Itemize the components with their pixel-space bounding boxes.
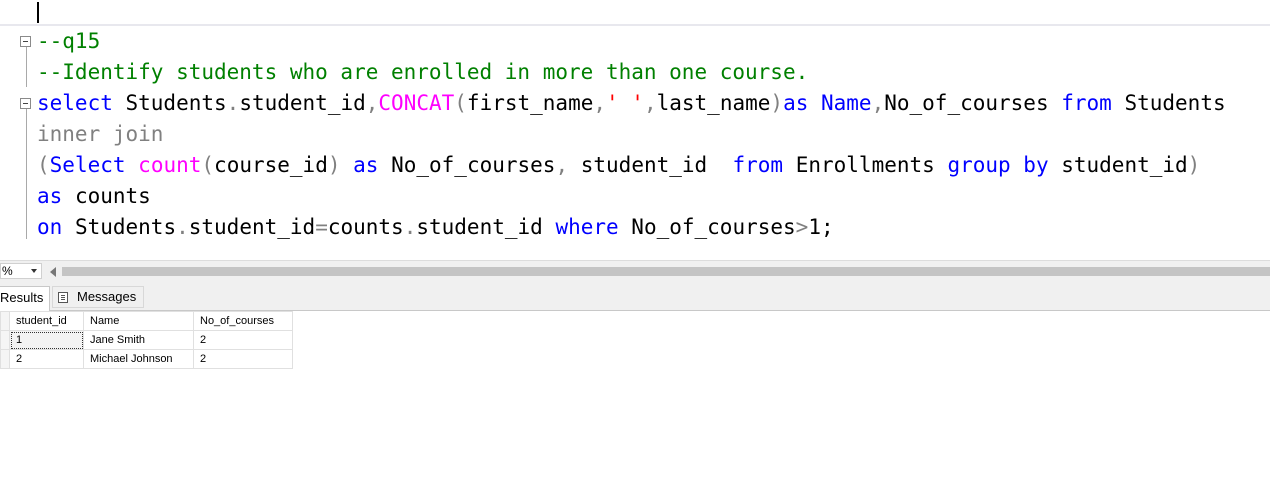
tab-messages[interactable]: Messages (52, 286, 144, 308)
grid-cell[interactable]: 1 (9, 330, 84, 350)
code-token: CONCAT (378, 91, 455, 115)
table-row[interactable]: 2 Michael Johnson 2 (0, 349, 293, 369)
code-token: from (732, 153, 784, 177)
code-token: select (37, 91, 113, 115)
code-token: Enrollments (783, 153, 948, 177)
code-line[interactable]: --Identify students who are enrolled in … (37, 57, 808, 88)
results-tabstrip: Results Messages (0, 281, 1270, 311)
chevron-down-icon (31, 269, 37, 273)
zoom-dropdown[interactable]: % (0, 263, 42, 279)
code-token: > (795, 215, 809, 239)
grid-cell[interactable]: Michael Johnson (83, 349, 194, 369)
code-token: Students (1111, 91, 1226, 115)
code-token: Select (49, 153, 126, 177)
code-token: student_id (416, 215, 556, 239)
row-header[interactable] (0, 349, 10, 369)
fold-rail (26, 47, 27, 87)
code-token: ' ' (606, 91, 644, 115)
code-line[interactable]: as counts (37, 181, 151, 212)
code-token: . (226, 91, 240, 115)
code-token: student_id (239, 91, 366, 115)
grid-cell[interactable]: 2 (9, 349, 84, 369)
row-header-corner[interactable] (0, 311, 10, 331)
code-token: ( (37, 153, 50, 177)
code-line[interactable]: select Students.student_id,CONCAT(first_… (37, 88, 1226, 119)
collapse-region-icon[interactable] (20, 36, 31, 47)
fold-rail (26, 109, 27, 239)
code-token: student_id (568, 153, 733, 177)
code-token: , (871, 91, 885, 115)
code-line[interactable]: inner join (37, 119, 163, 150)
code-token: ) (770, 91, 784, 115)
code-token: inner join (37, 122, 164, 146)
code-token: last_name (656, 91, 771, 115)
code-token: student_id (188, 215, 316, 239)
code-token: No_of_courses (618, 215, 796, 239)
code-token: as (37, 184, 63, 208)
table-row[interactable]: 1 Jane Smith 2 (0, 330, 293, 350)
code-token: counts (327, 215, 404, 239)
code-token: No_of_courses (378, 153, 556, 177)
code-token: counts (62, 184, 151, 208)
code-token: ( (454, 91, 467, 115)
code-token: count (138, 153, 202, 177)
tab-messages-label: Messages (77, 289, 137, 304)
code-line[interactable]: (Select count(course_id) as No_of_course… (37, 150, 1200, 181)
query-editor[interactable]: --q15 --Identify students who are enroll… (0, 0, 1270, 260)
text-caret (37, 2, 39, 23)
code-token: group by (947, 153, 1049, 177)
messages-icon (58, 292, 68, 303)
code-token: as (783, 91, 809, 115)
tab-results[interactable]: Results (0, 286, 50, 311)
tab-results-label: Results (0, 290, 44, 305)
column-header[interactable]: No_of_courses (193, 311, 293, 331)
collapse-region-icon[interactable] (20, 98, 31, 109)
code-token: . (403, 215, 417, 239)
code-token: , (365, 91, 379, 115)
grid-cell[interactable]: Jane Smith (83, 330, 194, 350)
code-token: student_id (1048, 153, 1188, 177)
code-token: course_id (214, 153, 328, 177)
results-pane: Results Messages student_id Name No_of_c… (0, 281, 1270, 477)
code-token: ) (1187, 153, 1201, 177)
editor-statusbar: % (0, 260, 1270, 281)
previous-line (0, 0, 1270, 26)
code-token: ( (201, 153, 215, 177)
code-token: from (1061, 91, 1112, 115)
code-token: where (555, 215, 619, 239)
code-token: on (37, 215, 63, 239)
scroll-left-arrow-icon[interactable] (48, 265, 58, 277)
code-token: as (340, 153, 379, 177)
column-header[interactable]: student_id (9, 311, 84, 331)
grid-cell[interactable]: 2 (193, 330, 293, 350)
code-token: , (555, 153, 569, 177)
column-header[interactable]: Name (83, 311, 194, 331)
code-token: Name (808, 91, 872, 115)
code-token: , (593, 91, 607, 115)
zoom-value: % (2, 264, 13, 278)
code-token: first_name (466, 91, 594, 115)
row-header[interactable] (0, 330, 10, 350)
code-token: Students (62, 215, 177, 239)
code-token: , (643, 91, 657, 115)
grid-cell[interactable]: 2 (193, 349, 293, 369)
code-token: No_of_courses (884, 91, 1062, 115)
code-token: ) (327, 153, 341, 177)
code-token: 1; (808, 215, 834, 239)
code-token: = (315, 215, 328, 239)
code-token: . (176, 215, 189, 239)
code-line[interactable]: --q15 (37, 26, 100, 57)
code-line[interactable]: on Students.student_id=counts.student_id… (37, 212, 834, 243)
code-token: --Identify students who are enrolled in … (37, 60, 809, 84)
grid-header-row: student_id Name No_of_courses (0, 311, 293, 331)
results-grid: student_id Name No_of_courses 1 Jane Smi… (0, 311, 293, 369)
code-token: --q15 (37, 29, 101, 53)
code-token: Students (112, 91, 227, 115)
horizontal-scrollbar-thumb[interactable] (62, 267, 1270, 276)
